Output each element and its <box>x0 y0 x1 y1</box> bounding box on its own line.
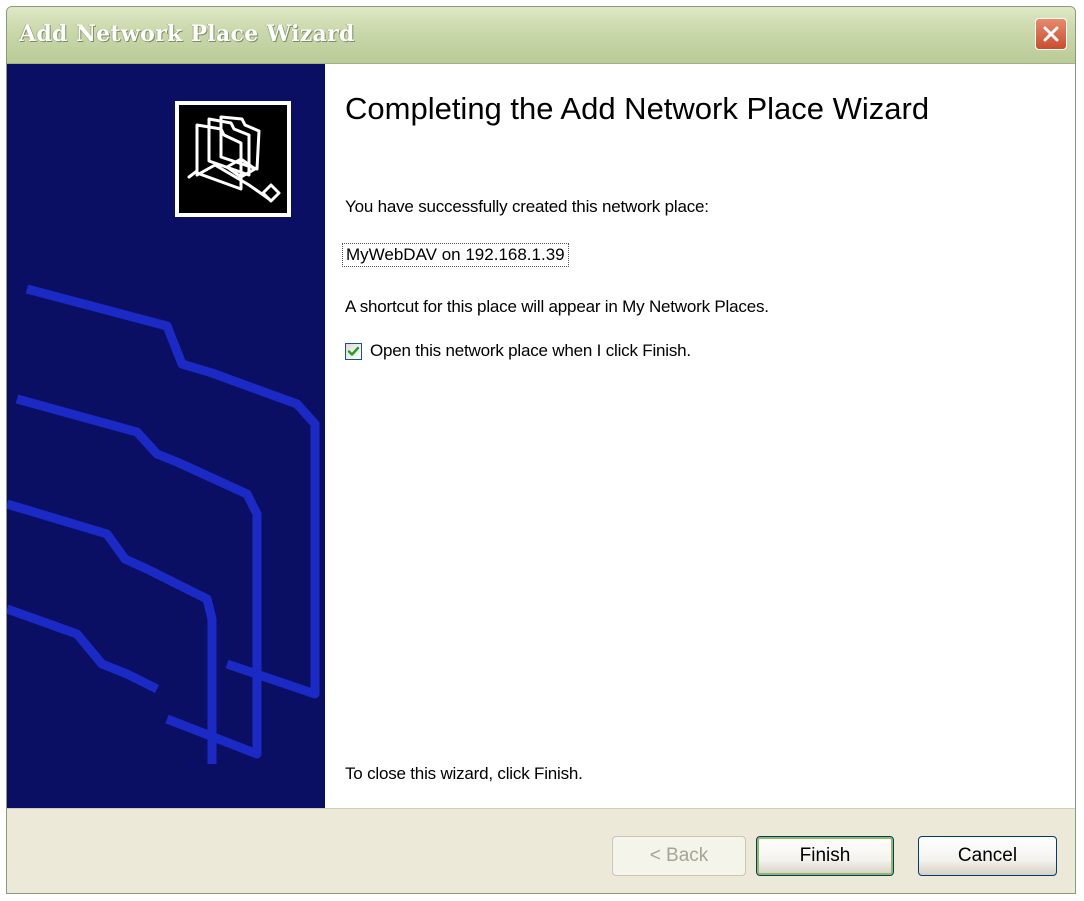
success-message: You have successfully created this netwo… <box>345 197 709 216</box>
page-title: Completing the Add Network Place Wizard <box>345 91 930 126</box>
close-button[interactable] <box>1035 18 1067 50</box>
network-folder-icon <box>187 115 281 203</box>
finish-button[interactable]: Finish <box>756 836 894 876</box>
open-place-checkbox-row[interactable]: Open this network place when I click Fin… <box>345 341 691 361</box>
close-instructions: To close this wizard, click Finish. <box>345 764 583 783</box>
title-bar[interactable]: Add Network Place Wizard <box>7 7 1075 64</box>
network-place-name: MyWebDAV on 192.168.1.39 <box>342 243 569 267</box>
shortcut-note: A shortcut for this place will appear in… <box>345 297 769 316</box>
cancel-button[interactable]: Cancel <box>918 836 1057 876</box>
checkmark-icon <box>347 346 360 356</box>
wizard-window: Add Network Place Wizard Completing the … <box>6 6 1076 894</box>
open-place-checkbox-label[interactable]: Open this network place when I click Fin… <box>370 341 691 361</box>
back-button[interactable]: < Back <box>612 836 746 876</box>
wizard-icon-frame <box>175 101 291 217</box>
button-bar: < Back Finish Cancel <box>7 808 1075 893</box>
close-icon <box>1043 26 1059 42</box>
wizard-content: Completing the Add Network Place Wizard … <box>325 64 1075 808</box>
window-title: Add Network Place Wizard <box>19 21 355 47</box>
open-place-checkbox[interactable] <box>345 342 362 360</box>
wizard-sidebar <box>7 64 325 808</box>
